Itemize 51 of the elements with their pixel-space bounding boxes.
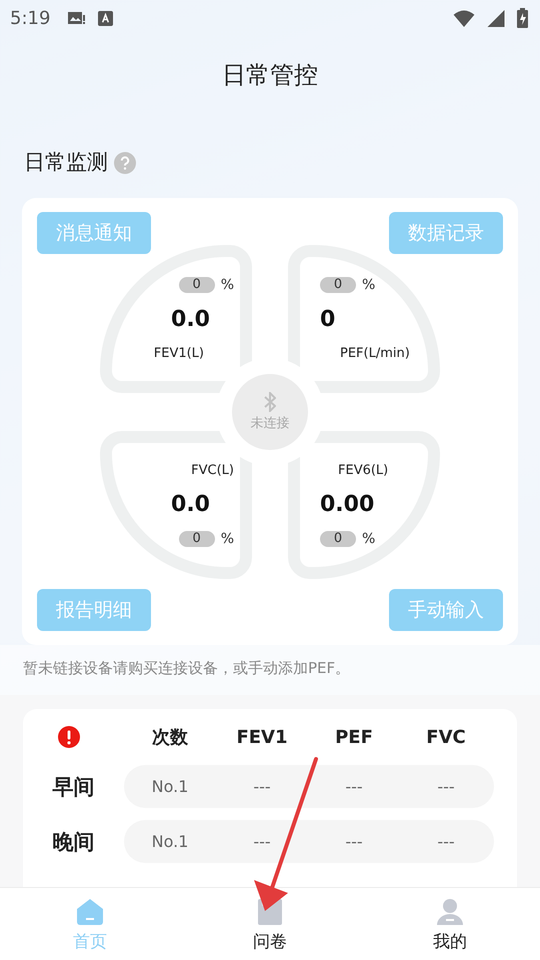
percent-value: 0	[320, 277, 356, 293]
tab-item[interactable]: 我的	[360, 888, 540, 960]
percent-value: 0	[178, 277, 215, 293]
table-cell-text: ---	[252, 832, 272, 851]
image-icon	[68, 10, 86, 26]
wifi-icon	[453, 10, 475, 26]
person-icon	[436, 898, 464, 926]
hint-text: 暂未链接设备请购买连接设备，或手动添加PEF。	[23, 659, 350, 677]
keyboard-icon	[98, 10, 114, 26]
signal-icon	[487, 10, 505, 26]
help-icon[interactable]	[114, 152, 136, 174]
section-title: 日常监测	[24, 150, 108, 174]
percent-unit: %	[220, 531, 234, 547]
percent-unit: %	[362, 277, 376, 293]
column-header: 次数	[151, 726, 189, 749]
percent-value: 0	[178, 531, 215, 547]
status-time: 5:19	[10, 8, 50, 28]
alert-icon	[58, 726, 80, 748]
table-cell-text: ---	[436, 832, 456, 851]
row-label: 晚间	[52, 828, 96, 856]
row-label: 早间	[52, 774, 96, 800]
percent-unit: %	[362, 531, 376, 547]
action-button[interactable]: 手动输入	[389, 589, 503, 631]
table-cell-text: ---	[436, 777, 456, 796]
page-title: 日常管控	[222, 60, 318, 91]
metric-value: 0.00	[320, 492, 374, 517]
home-icon	[76, 898, 104, 926]
metric-label: FVC(L)	[191, 463, 234, 478]
bluetooth-icon	[264, 392, 276, 412]
connect-button[interactable]: 未连接	[232, 374, 308, 450]
metric-label: FEV6(L)	[338, 463, 388, 478]
metric-value: 0.0	[171, 307, 210, 332]
metric-value: 0.0	[171, 492, 210, 517]
column-header: FEV1	[235, 726, 289, 748]
tab-item[interactable]: 首页	[0, 888, 180, 960]
battery-icon	[517, 8, 528, 28]
table-cell-text: No.1	[150, 832, 190, 851]
percent-value: 0	[320, 531, 356, 547]
percent-unit: %	[220, 277, 234, 293]
metric-value: 0	[320, 307, 336, 332]
metric-label: PEF(L/min)	[340, 346, 410, 361]
metric-label: FEV1(L)	[154, 346, 204, 361]
table-cell-text: ---	[344, 777, 364, 796]
action-button[interactable]: 报告明细	[37, 589, 151, 631]
table-cell-text: No.1	[150, 777, 190, 796]
action-button[interactable]: 消息通知	[37, 212, 151, 254]
table-cell-text: ---	[252, 777, 272, 796]
column-header: PEF	[334, 726, 374, 748]
column-header: FVC	[425, 726, 467, 748]
action-button[interactable]: 数据记录	[389, 212, 503, 254]
table-cell-text: ---	[344, 832, 364, 851]
